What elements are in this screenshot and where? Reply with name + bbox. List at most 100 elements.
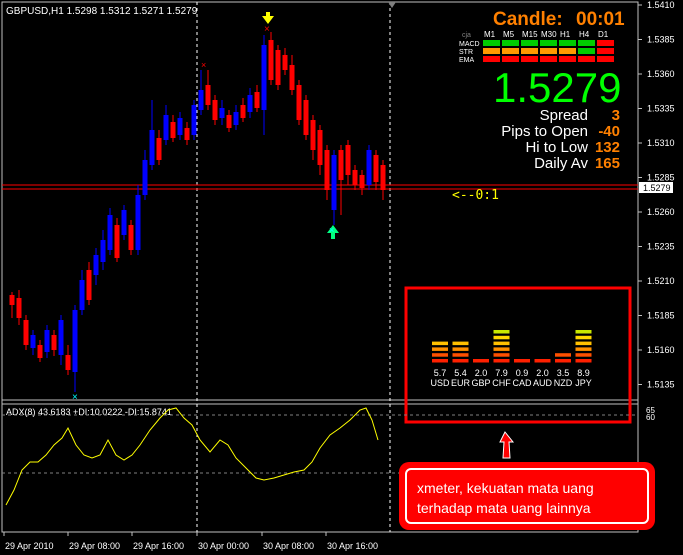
xmeter-bar-segment xyxy=(575,335,592,340)
signal-cell xyxy=(559,48,576,54)
signal-cell xyxy=(578,48,595,54)
xmeter-bar-segment xyxy=(575,330,592,334)
time-label: 29 Apr 2010 xyxy=(5,541,54,551)
candle-body xyxy=(254,92,260,108)
signal-cell xyxy=(483,56,500,62)
xmeter-bar-segment xyxy=(493,330,510,334)
timeframe-header: H1 xyxy=(560,30,571,39)
signal-cell xyxy=(597,48,614,54)
timeframe-header: M1 xyxy=(484,30,496,39)
candle-body xyxy=(23,320,29,345)
xmeter-value: 5.4 xyxy=(454,368,467,378)
candle-body xyxy=(233,112,239,125)
xmeter-bar-segment xyxy=(432,341,448,346)
signal-cell xyxy=(483,48,500,54)
candle-body xyxy=(79,280,85,310)
timeframe-header: M30 xyxy=(541,30,557,39)
xmeter-currency: JPY xyxy=(575,378,592,388)
xmeter-bar-segment xyxy=(473,359,489,363)
candle-body xyxy=(142,160,148,195)
xmeter-value: 7.9 xyxy=(495,368,508,378)
time-label: 30 Apr 08:00 xyxy=(263,541,314,551)
stat-label: Spread xyxy=(540,107,588,124)
stat-value: 3 xyxy=(612,107,620,124)
candle-body xyxy=(205,85,211,105)
candle-body xyxy=(366,150,372,185)
signal-cell xyxy=(559,56,576,62)
candle-body xyxy=(51,335,57,350)
price-label: 1.5260 xyxy=(647,207,675,217)
xmeter-currency: NZD xyxy=(554,378,573,388)
callout-line-1: xmeter, kekuatan mata uang xyxy=(417,480,594,496)
xmeter-currency: USD xyxy=(430,378,450,388)
xmeter-bar-segment xyxy=(555,353,571,357)
signal-cell xyxy=(540,48,557,54)
candle-body xyxy=(149,130,155,165)
xmeter-currency: AUD xyxy=(533,378,553,388)
candle-body xyxy=(303,100,309,135)
candle-info-panel: Candle: 00:01 cja M1 M5 M15 M30 H1 H4 D1 MACDS… xyxy=(459,9,625,172)
xmeter: 5.7USD5.4EUR2.0GBP7.9CHF0.9CAD2.0AUD3.5N… xyxy=(430,330,592,388)
candle-body xyxy=(289,65,295,90)
stat-label: Hi to Low xyxy=(525,139,588,156)
xmeter-bar-segment xyxy=(575,341,592,346)
panel-header-label: cja xyxy=(462,32,471,39)
signal-row-label: STR xyxy=(459,49,473,56)
xmeter-bar-segment xyxy=(452,359,469,363)
signal-cell xyxy=(502,56,519,62)
price-axis: 1.54101.53851.53601.53351.53101.52851.52… xyxy=(638,0,675,390)
signal-row-label: MACD xyxy=(459,41,480,48)
signal-cell xyxy=(502,48,519,54)
candle-body xyxy=(163,115,169,140)
signal-cell xyxy=(521,48,538,54)
shift-marker-icon[interactable] xyxy=(388,2,396,8)
candle-body xyxy=(247,95,253,112)
signal-grid: MACDSTREMA xyxy=(459,40,614,64)
candle-body xyxy=(352,170,358,185)
candle-body xyxy=(317,130,323,165)
signal-cell xyxy=(597,56,614,62)
sell-arrow-icon xyxy=(262,12,274,24)
candle-body xyxy=(100,240,106,262)
xmeter-bar-segment xyxy=(575,347,592,351)
candle-body xyxy=(198,90,204,110)
candle-body xyxy=(121,210,127,235)
candle-body xyxy=(177,118,183,135)
xmeter-bar-segment xyxy=(493,335,510,340)
big-price: 1.5279 xyxy=(493,64,621,111)
candle-body xyxy=(331,155,337,210)
xmeter-bar-segment xyxy=(555,359,571,363)
signal-cell xyxy=(502,40,519,46)
time-label: 29 Apr 16:00 xyxy=(133,541,184,551)
xmeter-bar-segment xyxy=(493,353,510,357)
candle-body xyxy=(86,270,92,300)
price-label: 1.5285 xyxy=(647,173,675,183)
candle-body xyxy=(30,335,36,348)
timeframe-header: D1 xyxy=(598,30,609,39)
xmeter-currency: GBP xyxy=(471,378,490,388)
signal-cell xyxy=(483,40,500,46)
price-label: 1.5360 xyxy=(647,69,675,79)
price-label: 1.5160 xyxy=(647,345,675,355)
price-label: 1.5310 xyxy=(647,138,675,148)
xmeter-bar-segment xyxy=(432,359,448,363)
timeframe-header: H4 xyxy=(579,30,590,39)
stat-value: 165 xyxy=(595,155,620,172)
candle-body xyxy=(345,145,351,175)
callout-box: xmeter, kekuatan mata uang terhadap mata… xyxy=(399,462,655,530)
callout-line-2: terhadap mata uang lainnya xyxy=(417,500,591,516)
candle-body xyxy=(93,255,99,275)
candle-body xyxy=(212,100,218,120)
candle-body xyxy=(219,108,225,118)
candle-body xyxy=(310,120,316,150)
arrow-label: <--0:1 xyxy=(452,188,499,203)
xmeter-value: 3.5 xyxy=(557,368,570,378)
symbol-header: GBPUSD,H1 1.5298 1.5312 1.5271 1.5279 xyxy=(6,6,198,17)
signal-cell xyxy=(521,40,538,46)
candle-body xyxy=(135,195,141,250)
time-label: 30 Apr 16:00 xyxy=(327,541,378,551)
signal-cell xyxy=(578,40,595,46)
xmeter-value: 0.9 xyxy=(516,368,529,378)
buy-cross-icon: × xyxy=(329,225,334,235)
price-label: 1.5135 xyxy=(647,380,675,390)
